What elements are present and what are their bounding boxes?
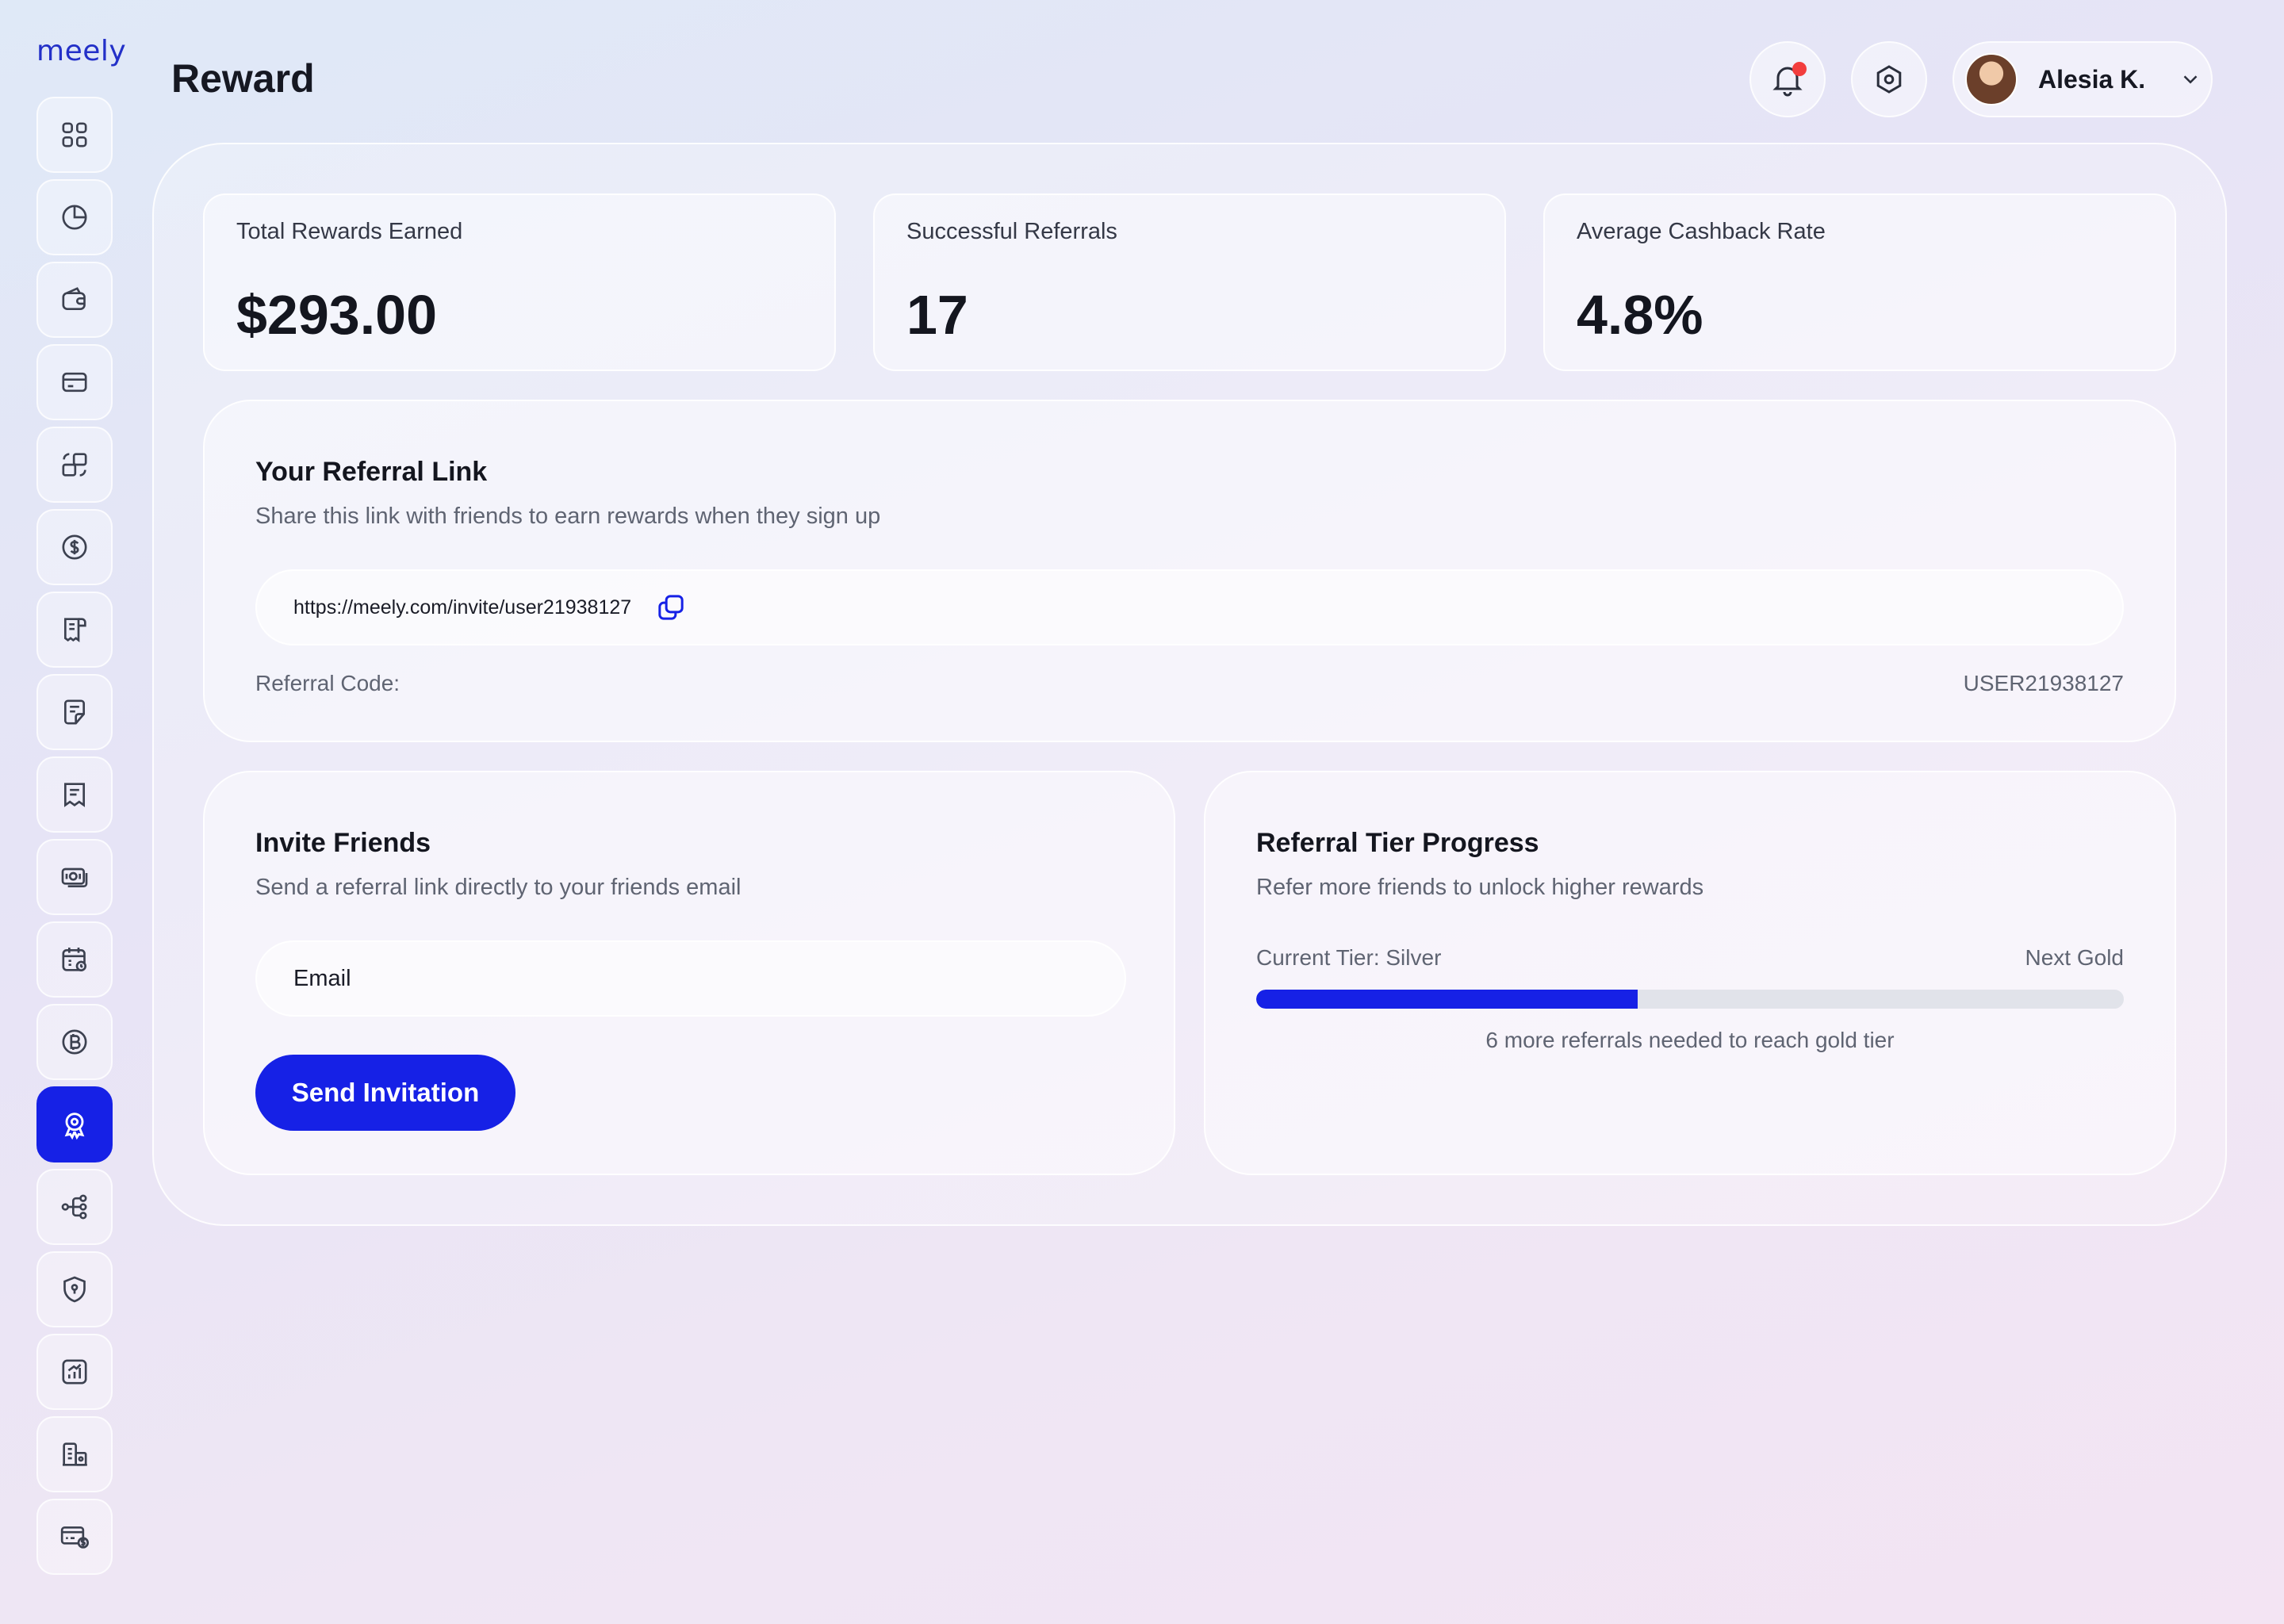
company-icon	[63, 1442, 87, 1466]
sidebar-item-flow[interactable]	[36, 1169, 113, 1245]
sidebar-item-billing[interactable]	[36, 1499, 113, 1575]
dashboard-grid-icon	[62, 122, 87, 147]
tier-progress-note: 6 more referrals needed to reach gold ti…	[1485, 1028, 1895, 1052]
reward-badge-icon	[64, 1113, 85, 1140]
referral-link-card: Your Referral Link Share this link with …	[203, 400, 2176, 742]
sidebar-item-reports[interactable]	[36, 1334, 113, 1410]
notification-dot	[1792, 62, 1807, 76]
settings-hexagon-icon	[1876, 65, 1902, 94]
sidebar-item-payments[interactable]	[36, 509, 113, 585]
referral-link-text[interactable]: https://meely.com/invite/user21938127	[293, 596, 631, 619]
user-menu[interactable]: Alesia K.	[1953, 41, 2213, 117]
sidebar-item-transfers[interactable]	[36, 427, 113, 503]
referral-tier-card: Referral Tier Progress Refer more friend…	[1204, 771, 2176, 1175]
section-subtitle: Share this link with friends to earn rew…	[255, 504, 881, 529]
stat-label: Successful Referrals	[906, 219, 1117, 244]
next-tier-label: Next Gold	[2025, 945, 2125, 970]
referral-link-field[interactable]: https://meely.com/invite/user21938127	[255, 569, 2124, 645]
sidebar-item-analytics[interactable]	[36, 179, 113, 255]
stat-value: 17	[906, 284, 968, 346]
sidebar-item-documents[interactable]	[36, 674, 113, 750]
sidebar-item-security[interactable]	[36, 1251, 113, 1327]
notifications-button[interactable]	[1749, 41, 1826, 117]
sidebar-item-cards[interactable]	[36, 344, 113, 420]
security-shield-icon	[63, 1276, 86, 1303]
settings-button[interactable]	[1851, 41, 1927, 117]
sidebar-item-cash[interactable]	[36, 839, 113, 915]
section-title: Your Referral Link	[255, 457, 488, 487]
chevron-down-icon	[2183, 75, 2198, 84]
current-tier-label: Current Tier: Silver	[1256, 945, 1442, 970]
sidebar-item-crypto[interactable]	[36, 1004, 113, 1080]
sidebar-item-wallet[interactable]	[36, 262, 113, 338]
email-field[interactable]	[255, 940, 1126, 1017]
section-title: Invite Friends	[255, 828, 431, 858]
document-icon	[64, 699, 85, 725]
tier-progress-bar	[1256, 990, 2124, 1009]
stat-card-cashback-rate: Average Cashback Rate 4.8%	[1543, 193, 2176, 371]
sidebar-item-dashboard[interactable]	[36, 97, 113, 173]
flow-icon	[61, 1194, 87, 1220]
sidebar-item-receipts[interactable]	[36, 756, 113, 833]
user-name: Alesia K.	[2038, 64, 2146, 94]
pie-chart-icon	[62, 205, 87, 230]
receipt-icon	[64, 783, 85, 807]
tier-labels: Current Tier: Silver Next Gold	[1256, 945, 2124, 971]
referral-code-label: Referral Code:	[255, 671, 400, 695]
credit-card-icon	[62, 372, 87, 393]
wallet-icon	[62, 287, 86, 310]
referral-code-row: Referral Code: USER21938127	[255, 671, 2124, 696]
stat-card-total-rewards: Total Rewards Earned $293.00	[203, 193, 836, 371]
stat-label: Average Cashback Rate	[1577, 219, 1826, 244]
section-subtitle: Send a referral link directly to your fr…	[255, 875, 742, 900]
copy-icon[interactable]	[655, 592, 687, 623]
section-subtitle: Refer more friends to unlock higher rewa…	[1256, 875, 1704, 900]
stat-card-successful-referrals: Successful Referrals 17	[873, 193, 1506, 371]
referral-code-value: USER21938127	[1963, 671, 2124, 695]
stat-value: 4.8%	[1577, 284, 1703, 346]
stat-label: Total Rewards Earned	[236, 219, 463, 244]
payment-card-icon	[60, 1526, 90, 1549]
sidebar-item-invoices[interactable]	[36, 592, 113, 668]
page-title: Reward	[171, 56, 315, 101]
analytics-icon	[62, 1359, 87, 1385]
invoice-icon	[64, 618, 86, 642]
calendar-icon	[62, 948, 87, 972]
bitcoin-icon	[62, 1029, 87, 1055]
tier-progress-fill	[1256, 990, 1638, 1009]
cash-icon	[61, 868, 88, 887]
sidebar-item-schedule[interactable]	[36, 921, 113, 998]
sidebar-item-company[interactable]	[36, 1416, 113, 1492]
sidebar	[36, 97, 113, 1581]
sidebar-item-reward[interactable]	[36, 1086, 113, 1162]
send-invitation-button[interactable]: Send Invitation	[255, 1055, 515, 1131]
app-logo[interactable]: meely	[36, 35, 126, 67]
section-title: Referral Tier Progress	[1256, 828, 1539, 858]
dollar-circle-icon	[62, 534, 87, 560]
stat-value: $293.00	[236, 284, 438, 346]
transfer-icon	[62, 453, 87, 477]
avatar	[1965, 53, 2018, 105]
app-frame: meely Reward Alesia K. Total Rewards Ear…	[0, 0, 2284, 1624]
invite-friends-card: Invite Friends Send a referral link dire…	[203, 771, 1175, 1175]
